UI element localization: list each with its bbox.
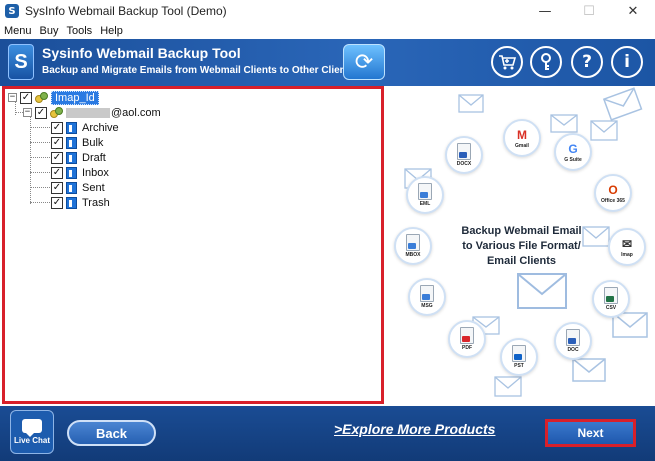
docx-format-icon: DOCX: [445, 136, 483, 174]
key-icon: [541, 53, 551, 70]
folder-label: Sent: [82, 181, 105, 194]
gmail-icon: M Gmail: [503, 119, 541, 157]
app-window: S SysInfo Webmail Backup Tool (Demo) — ☐…: [0, 0, 655, 461]
doc-format-icon: DOC: [554, 322, 592, 360]
folder-label: Archive: [82, 121, 119, 134]
folder-label: Trash: [82, 196, 110, 209]
app-logo: S: [8, 44, 34, 80]
folder-label: Inbox: [82, 166, 109, 179]
tree-folder-inbox[interactable]: ✓ Inbox: [51, 165, 109, 180]
promo-panel: DOCX M Gmail G G Suite EML O Office 365 …: [386, 86, 655, 406]
footer-bar: Live Chat Back >Explore More Products Ne…: [0, 406, 655, 461]
cart-button[interactable]: [491, 46, 523, 78]
tree-folder-draft[interactable]: ✓ Draft: [51, 150, 106, 165]
folder-icon: [66, 181, 77, 194]
envelope-icon: [458, 94, 484, 113]
folder-checkbox[interactable]: ✓: [51, 166, 63, 179]
tree-folder-bulk[interactable]: ✓ Bulk: [51, 135, 103, 150]
tree-folder-trash[interactable]: ✓ Trash: [51, 195, 110, 210]
menu-bar: Menu Buy Tools Help: [0, 22, 655, 39]
office365-icon: O Office 365: [594, 174, 632, 212]
help-icon: ?: [582, 52, 592, 72]
next-button[interactable]: Next: [548, 422, 633, 444]
info-icon: i: [624, 52, 630, 72]
envelope-icon: [572, 358, 606, 382]
folder-checkbox[interactable]: ✓: [51, 121, 63, 134]
folder-icon: [66, 196, 77, 209]
tree-node-account[interactable]: − ✓ @aol.com: [23, 105, 161, 120]
envelope-icon: [590, 120, 618, 141]
imap-icon: ✉ Imap: [608, 228, 646, 266]
sync-icon: ⟳: [343, 44, 385, 80]
envelope-icon: [494, 376, 522, 397]
msg-format-icon: MSG: [408, 278, 446, 316]
folder-icon: [66, 166, 77, 179]
mbox-format-icon: MBOX: [394, 227, 432, 265]
envelope-icon: [550, 114, 578, 133]
key-button[interactable]: [530, 46, 562, 78]
minimize-button[interactable]: —: [523, 0, 567, 22]
app-icon: S: [5, 4, 19, 18]
tree-folder-archive[interactable]: ✓ Archive: [51, 120, 119, 135]
promo-headline: Backup Webmail Email to Various File For…: [461, 225, 582, 267]
menu-item-menu[interactable]: Menu: [4, 25, 32, 37]
tree-node-root[interactable]: − ✓ Imap_Id: [8, 90, 99, 105]
root-checkbox[interactable]: ✓: [20, 91, 32, 104]
envelope-icon: [602, 87, 643, 121]
folder-checkbox[interactable]: ✓: [51, 181, 63, 194]
redacted-username: [66, 107, 110, 118]
folder-checkbox[interactable]: ✓: [51, 136, 63, 149]
tree-node-label: @aol.com: [111, 106, 161, 119]
chat-bubble-icon: [22, 419, 42, 437]
account-checkbox[interactable]: ✓: [35, 106, 47, 119]
next-button-highlight: Next: [545, 419, 636, 447]
close-button[interactable]: ✕: [611, 0, 655, 22]
csv-format-icon: CSV: [592, 280, 630, 318]
collapse-toggle[interactable]: −: [23, 108, 32, 117]
folder-checkbox[interactable]: ✓: [51, 196, 63, 209]
maximize-button[interactable]: ☐: [567, 0, 611, 22]
envelope-icon: [517, 273, 567, 309]
explore-more-products-link[interactable]: >Explore More Products: [334, 421, 495, 437]
folder-checkbox[interactable]: ✓: [51, 151, 63, 164]
window-title: SysInfo Webmail Backup Tool (Demo): [25, 4, 227, 18]
cart-icon: [499, 55, 516, 70]
collapse-toggle[interactable]: −: [8, 93, 17, 102]
menu-item-buy[interactable]: Buy: [40, 25, 59, 37]
mailbox-tree-panel: − ✓ Imap_Id − ✓ @aol.com ✓ Archive ✓ Bul…: [2, 86, 384, 404]
header-subtitle: Backup and Migrate Emails from Webmail C…: [42, 65, 355, 76]
imap-account-icon: [35, 91, 48, 104]
window-controls: — ☐ ✕: [523, 0, 655, 22]
header-title: Sysinfo Webmail Backup Tool: [42, 45, 241, 61]
menu-item-help[interactable]: Help: [100, 25, 123, 37]
tree-node-label: Imap_Id: [51, 90, 99, 105]
pdf-format-icon: PDF: [448, 320, 486, 358]
title-bar: S SysInfo Webmail Backup Tool (Demo) — ☐…: [0, 0, 655, 22]
eml-format-icon: EML: [406, 176, 444, 214]
user-account-icon: [50, 106, 63, 119]
folder-label: Draft: [82, 151, 106, 164]
pst-format-icon: PST: [500, 338, 538, 376]
info-button[interactable]: i: [611, 46, 643, 78]
folder-icon: [66, 121, 77, 134]
folder-icon: [66, 151, 77, 164]
live-chat-button[interactable]: Live Chat: [10, 410, 54, 454]
header-banner: S Sysinfo Webmail Backup Tool Backup and…: [0, 39, 655, 86]
gsuite-icon: G G Suite: [554, 133, 592, 171]
menu-item-tools[interactable]: Tools: [67, 25, 93, 37]
help-button[interactable]: ?: [571, 46, 603, 78]
folder-icon: [66, 136, 77, 149]
back-button[interactable]: Back: [67, 420, 156, 446]
live-chat-label: Live Chat: [13, 436, 50, 445]
tree-folder-sent[interactable]: ✓ Sent: [51, 180, 105, 195]
folder-label: Bulk: [82, 136, 104, 149]
